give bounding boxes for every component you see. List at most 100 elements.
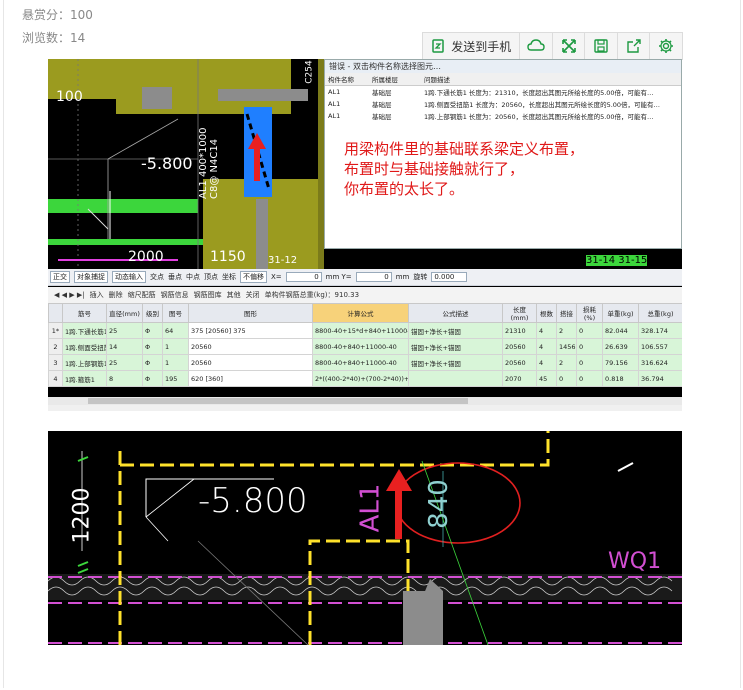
x-input[interactable]: 0 — [285, 272, 322, 282]
note-line: 你布置的太长了。 — [344, 180, 465, 198]
rebar-cell: 4 — [536, 338, 557, 355]
rebar-cell: Φ — [142, 338, 163, 355]
error-table: 构件名称 所属楼层 问题描述 AL1 基础层 1跨.下通长筋1 长度为：2131… — [325, 73, 681, 122]
snap-toolbar: 正交 对象捕捉 动态输入 交点 垂点 中点 顶点 坐标 不偏移 X= 0 mm … — [48, 269, 682, 286]
rebar-cell: 1 — [162, 354, 189, 371]
delete-button[interactable]: 删除 — [109, 290, 123, 300]
rebar-cell: 1跨.箍筋1 — [62, 370, 107, 387]
rebar-cell: 25 — [106, 322, 143, 339]
rebar-cell: 106.557 — [638, 338, 682, 355]
rebar-col-header: 图形 — [188, 303, 313, 323]
rebar-row[interactable]: 3 1跨.上部钢筋1 25 Φ 1 20560 8800-40+840+11000-40 锚固… — [48, 354, 682, 371]
vertex-snap[interactable]: 顶点 — [204, 272, 218, 282]
beam-label-2: AL1 — [355, 483, 386, 533]
rebar-cell: 1* — [48, 322, 63, 339]
share-icon — [627, 39, 641, 53]
error-cell: 基础层 — [372, 101, 392, 109]
mm-label: mm — [395, 273, 410, 281]
share-button[interactable] — [618, 33, 651, 59]
c254-label: C254 — [304, 60, 315, 84]
coordinate-snap[interactable]: 坐标 — [222, 272, 236, 282]
error-row[interactable]: AL1 基础层 1跨.下通长筋1 长度为：21310，长度超出其图元所绘长度的5… — [325, 86, 681, 99]
horizontal-scrollbar[interactable] — [48, 397, 682, 405]
rebar-cell: 82.044 — [602, 322, 639, 339]
rebar-col-header: 总重(kg) — [638, 303, 682, 323]
rebar-cell: 45 — [536, 370, 557, 387]
expand-icon — [561, 39, 576, 53]
error-col-desc: 问题描述 — [421, 73, 681, 86]
expand-button[interactable] — [553, 33, 586, 59]
rebar-col-header: 根数 — [536, 303, 557, 323]
rebar-row[interactable]: 4 1跨.箍筋1 8 Φ 195 620 [360] 2*((400-2*40)+(700-… — [48, 370, 682, 387]
rebar-cell: 20560 — [188, 338, 313, 355]
rebar-cell: 8800-40+840+11000-40 — [312, 338, 409, 355]
save-button[interactable] — [585, 33, 618, 59]
rotate-input[interactable]: 0.000 — [431, 272, 468, 282]
rebar-cell: 4 — [536, 354, 557, 371]
error-cell: 基础层 — [372, 113, 392, 121]
rebar-cell: 316.624 — [638, 354, 682, 371]
rebar-cell: 20560 — [502, 338, 537, 355]
rebar-cell: 20560 — [502, 354, 537, 371]
close-button[interactable]: 关闭 — [246, 290, 260, 300]
rebar-cell: 锚固+净长+锚固 — [408, 322, 503, 339]
rebar-cell: 3 — [48, 354, 63, 371]
elevation-label: -5.800 — [141, 154, 193, 173]
rebar-col-header: 公式描述 — [408, 303, 503, 323]
error-col-name: 构件名称 — [325, 73, 369, 86]
rebar-cell — [408, 370, 503, 387]
error-row[interactable]: AL1 基础层 1跨.侧面受扭筋1 长度为：20560，长度超出其图元所绘长度的… — [325, 98, 681, 110]
perpendicular-snap[interactable]: 垂点 — [168, 272, 182, 282]
other-button[interactable]: 其他 — [227, 290, 241, 300]
scrollbar-thumb[interactable] — [88, 398, 468, 404]
rebar-cell: 0 — [576, 354, 603, 371]
rebar-cell: 25 — [106, 354, 143, 371]
screenshot-cad-error: 100 -5.800 2000 1150 31-12 AL1 400*1000 … — [48, 59, 682, 411]
rebar-cell: 79.156 — [602, 354, 639, 371]
rebar-row[interactable]: 21跨.侧面受扭筋114Φ1205608800-40+840+11000-40锚… — [48, 338, 682, 355]
note-line: 布置时与基础接触就行了， — [344, 160, 525, 178]
y-input[interactable]: 0 — [355, 272, 392, 282]
bounty-value: 100 — [70, 8, 93, 22]
rebar-cell: 1456 — [556, 338, 577, 355]
settings-button[interactable] — [650, 33, 682, 59]
midpoint-snap[interactable]: 中点 — [186, 272, 200, 282]
insert-button[interactable]: 插入 — [90, 290, 104, 300]
screenshot-cad-zoom: -5.800 1200 AL1 840 WQ1 — [48, 431, 682, 645]
intersection-snap[interactable]: 交点 — [150, 272, 164, 282]
rebar-col-header: 损耗(%) — [576, 303, 603, 323]
x-label: X= — [271, 273, 282, 281]
rebar-library-button[interactable]: 钢筋图库 — [194, 290, 222, 300]
error-row[interactable]: AL1 基础层 1跨.上部钢筋1 长度为：20560，长度超出其图元所绘长度的5… — [325, 110, 681, 122]
rebar-col-header: 计算公式 — [312, 303, 409, 323]
ortho-toggle[interactable]: 正交 — [50, 271, 70, 283]
cad-drawing-2 — [48, 431, 682, 645]
rebar-col-header: 直径(mm) — [106, 303, 143, 323]
rebar-cell: 8800-40+840+11000-40 — [312, 354, 409, 371]
offset-select[interactable]: 不偏移 — [240, 271, 267, 283]
rebar-col-header: 筋号 — [62, 303, 107, 323]
rebar-cell: 8 — [106, 370, 143, 387]
cloud-icon — [527, 39, 545, 51]
rebar-row[interactable]: 1* 1跨.下通长筋1 25 Φ 64 375 [20560] 375 8800-40+15… — [48, 322, 682, 339]
scale-rebar-button[interactable]: 缩尺配筋 — [128, 290, 156, 300]
answer-note: 用梁构件里的基础联系梁定义布置， 布置时与基础接触就行了， 你布置的太长了。 — [344, 139, 584, 199]
rebar-cell: 14 — [106, 338, 143, 355]
cad-canvas-1: 100 -5.800 2000 1150 31-12 AL1 400*1000 … — [48, 59, 682, 269]
rebar-cell: 26.639 — [602, 338, 639, 355]
rebar-header-row: 筋号 直径(mm) 级别 图号 图形 计算公式 公式描述 长度(mm) 根数 搭… — [48, 303, 682, 323]
rebar-cell: 21310 — [502, 322, 537, 339]
rebar-cell: 0.818 — [602, 370, 639, 387]
nav-arrows-icon[interactable]: ◀ ◀ ▶ ▶| — [54, 291, 85, 299]
y-label: mm Y= — [325, 273, 352, 281]
rebar-cell: 1 — [162, 338, 189, 355]
object-snap-toggle[interactable]: 对象捕捉 — [74, 271, 108, 283]
send-to-phone-button[interactable]: 发送到手机 — [423, 33, 521, 59]
cloud-button[interactable] — [520, 33, 553, 59]
total-weight: 单构件钢筋总重(kg)：910.33 — [264, 291, 360, 299]
rebar-cell: 4 — [48, 370, 63, 387]
rotate-checkbox[interactable]: 旋转 — [413, 272, 427, 282]
dynamic-input-toggle[interactable]: 动态输入 — [112, 271, 146, 283]
rebar-info-button[interactable]: 钢筋信息 — [161, 290, 189, 300]
rebar-col-header: 级别 — [142, 303, 163, 323]
